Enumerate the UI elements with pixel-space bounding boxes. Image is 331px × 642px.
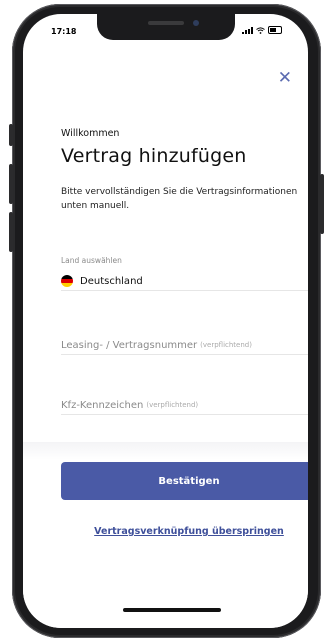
welcome-text: Willkommen	[61, 128, 120, 139]
page-title: Vertrag hinzufügen	[61, 145, 247, 167]
confirm-button[interactable]: Bestätigen	[61, 462, 308, 500]
speaker	[148, 21, 184, 25]
wifi-icon	[256, 26, 265, 34]
skip-link[interactable]: Vertragsverknüpfung überspringen	[61, 526, 308, 537]
contract-number-field[interactable]: Leasing- / Vertragsnummer (verpflichtend…	[61, 336, 308, 355]
mute-switch	[9, 124, 13, 146]
license-plate-placeholder: Kfz-Kennzeichen	[61, 399, 144, 411]
notch	[97, 14, 235, 40]
status-time: 17:18	[51, 27, 77, 36]
battery-icon	[268, 26, 282, 34]
page-description: Bitte vervollständigen Sie die Vertragsi…	[61, 187, 298, 211]
volume-down-button	[9, 212, 13, 252]
power-button	[320, 174, 324, 234]
germany-flag-icon	[61, 275, 73, 287]
license-plate-field[interactable]: Kfz-Kennzeichen (verpflichtend)	[61, 396, 308, 415]
home-indicator[interactable]	[123, 608, 221, 612]
close-icon[interactable]: ✕	[278, 70, 292, 87]
country-label: Land auswählen	[61, 256, 122, 265]
license-plate-required-hint: (verpflichtend)	[146, 401, 199, 409]
signal-icon	[242, 26, 253, 34]
status-icons	[242, 26, 282, 34]
front-camera	[193, 20, 199, 26]
app-screen: 17:18 ✕ Willkommen Vertrag hinzufügen Bi…	[23, 14, 308, 628]
country-value: Deutschland	[80, 275, 143, 287]
country-select[interactable]: Deutschland	[61, 272, 308, 291]
volume-up-button	[9, 164, 13, 204]
contract-number-placeholder: Leasing- / Vertragsnummer	[61, 339, 198, 351]
contract-number-required-hint: (verpflichtend)	[200, 341, 252, 349]
